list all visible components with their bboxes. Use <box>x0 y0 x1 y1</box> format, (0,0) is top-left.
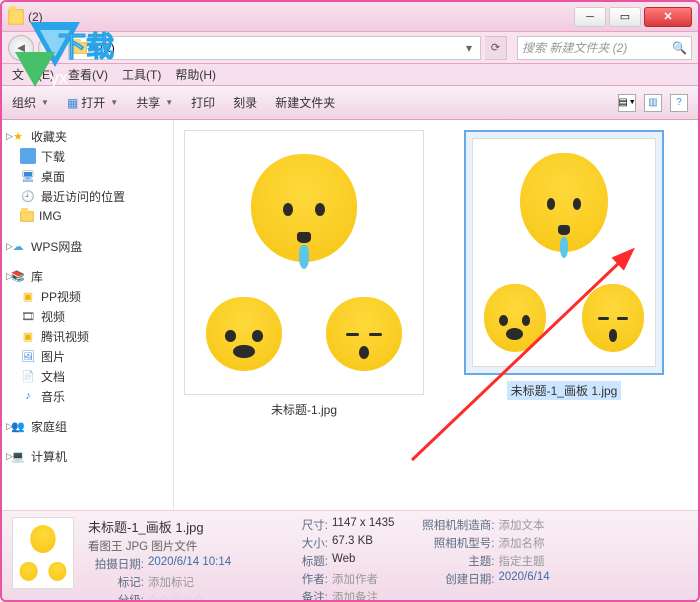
details-filename: 未标题-1_画板 1.jpg <box>88 517 258 536</box>
refresh-button[interactable]: ⟳ <box>485 36 507 60</box>
details-thumbnail <box>12 517 74 589</box>
minimize-button[interactable]: ─ <box>574 7 606 27</box>
sidebar-homegroup[interactable]: ▷👥家庭组 <box>2 416 173 436</box>
body: ▷★收藏夹 下载 🖥桌面 🕘最近访问的位置 IMG ▷☁WPS网盘 ▷📚库 ▣P… <box>2 120 698 510</box>
folder-icon <box>8 9 24 25</box>
open-button[interactable]: ▦打开▼ <box>67 94 118 111</box>
details-size: 67.3 KB <box>332 535 373 551</box>
sidebar-video[interactable]: 🎞视频 <box>2 306 173 326</box>
thumbnail <box>184 130 424 395</box>
menu-help[interactable]: 帮助(H) <box>175 66 216 83</box>
file-item-2-selected[interactable]: 未标题-1_画板 1.jpg <box>464 130 664 400</box>
file-list[interactable]: 未标题-1.jpg 未标题-1_画板 1.jpg <box>174 120 698 510</box>
details-dimensions: 1147 x 1435 <box>332 517 394 533</box>
sidebar-tencent[interactable]: ▣腾讯视频 <box>2 326 173 346</box>
sidebar-pictures[interactable]: 🖼图片 <box>2 346 173 366</box>
window-title: (2) <box>28 10 43 24</box>
sidebar-downloads[interactable]: 下载 <box>2 146 173 166</box>
view-options-button[interactable]: ▤▼ <box>618 94 636 112</box>
details-camera-model[interactable]: 添加名称 <box>498 535 544 551</box>
toolbar: 组织▼ ▦打开▼ 共享▼ 打印 刻录 新建文件夹 ▤▼ ▥ ? <box>2 86 698 120</box>
back-button[interactable]: ◄ <box>8 35 34 61</box>
nav-bar: ◄ ► ▸ (2) ▾ ⟳ 搜索 新建文件夹 (2) 🔍 <box>2 32 698 64</box>
details-author[interactable]: 添加作者 <box>332 571 378 587</box>
menu-file[interactable]: 文 <box>12 66 24 83</box>
file-name: 未标题-1_画板 1.jpg <box>507 381 622 400</box>
sidebar-music[interactable]: ♪音乐 <box>2 386 173 406</box>
thumbnail <box>464 130 664 375</box>
menu-tools[interactable]: 工具(T) <box>122 66 161 83</box>
organize-button[interactable]: 组织▼ <box>12 94 49 111</box>
print-button[interactable]: 打印 <box>191 94 215 111</box>
titlebar[interactable]: (2) ─ ▭ ✕ <box>2 2 698 32</box>
explorer-window: (2) ─ ▭ ✕ ◄ ► ▸ (2) ▾ ⟳ 搜索 新建文件夹 (2) 🔍 文… <box>0 0 700 602</box>
details-date[interactable]: 2020/6/14 10:14 <box>148 556 231 572</box>
share-button[interactable]: 共享▼ <box>136 94 173 111</box>
burn-button[interactable]: 刻录 <box>233 94 257 111</box>
search-box[interactable]: 搜索 新建文件夹 (2) 🔍 <box>517 36 692 60</box>
menubar: 文 (E) 查看(V) 工具(T) 帮助(H) <box>2 64 698 86</box>
folder-icon <box>73 42 87 54</box>
details-created[interactable]: 2020/6/14 <box>498 571 549 587</box>
new-folder-button[interactable]: 新建文件夹 <box>275 94 335 111</box>
sidebar-computer[interactable]: ▷💻计算机 <box>2 446 173 466</box>
menu-edit[interactable]: (E) <box>38 68 54 82</box>
sidebar-documents[interactable]: 📄文档 <box>2 366 173 386</box>
file-name: 未标题-1.jpg <box>184 401 424 418</box>
forward-button[interactable]: ► <box>38 35 64 61</box>
sidebar-desktop[interactable]: 🖥桌面 <box>2 166 173 186</box>
address-dropdown[interactable]: ▾ <box>462 41 476 55</box>
menu-view[interactable]: 查看(V) <box>68 66 108 83</box>
details-tag[interactable]: 添加标记 <box>148 574 194 590</box>
search-placeholder: 搜索 新建文件夹 (2) <box>522 39 627 56</box>
preview-pane-button[interactable]: ▥ <box>644 94 662 112</box>
details-filetype: 看图王 JPG 图片文件 <box>88 538 258 554</box>
details-rating[interactable]: ☆☆☆☆☆ <box>148 592 205 602</box>
details-title[interactable]: Web <box>332 553 355 569</box>
sidebar-favorites[interactable]: ▷★收藏夹 <box>2 126 173 146</box>
maximize-button[interactable]: ▭ <box>609 7 641 27</box>
sidebar-img[interactable]: IMG <box>2 206 173 226</box>
details-camera-maker[interactable]: 添加文本 <box>498 517 544 533</box>
file-item-1[interactable]: 未标题-1.jpg <box>184 130 424 418</box>
details-note[interactable]: 添加备注 <box>332 589 378 602</box>
sidebar: ▷★收藏夹 下载 🖥桌面 🕘最近访问的位置 IMG ▷☁WPS网盘 ▷📚库 ▣P… <box>2 120 174 510</box>
details-pane: 未标题-1_画板 1.jpg 看图王 JPG 图片文件 拍摄日期:2020/6/… <box>2 510 698 600</box>
help-button[interactable]: ? <box>670 94 688 112</box>
sidebar-ppvideo[interactable]: ▣PP视频 <box>2 286 173 306</box>
sidebar-wps[interactable]: ▷☁WPS网盘 <box>2 236 173 256</box>
details-subject[interactable]: 指定主题 <box>498 553 544 569</box>
search-icon[interactable]: 🔍 <box>672 41 687 55</box>
close-button[interactable]: ✕ <box>644 7 692 27</box>
address-bar[interactable]: ▸ (2) ▾ <box>68 36 481 60</box>
window-buttons: ─ ▭ ✕ <box>574 7 692 27</box>
sidebar-recent[interactable]: 🕘最近访问的位置 <box>2 186 173 206</box>
sidebar-libraries[interactable]: ▷📚库 <box>2 266 173 286</box>
breadcrumb[interactable]: (2) <box>100 41 115 55</box>
